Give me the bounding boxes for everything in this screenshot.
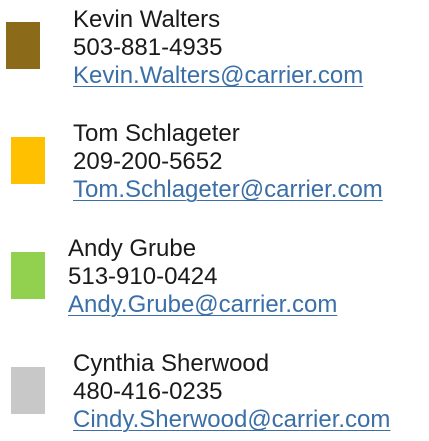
contact-phone: 209-200-5652 [73,148,223,175]
color-swatch [6,22,40,69]
contact-email-link[interactable]: Tom.Schlageter@carrier.com [73,176,383,204]
contact-email-link[interactable]: Cindy.Sherwood@carrier.com [73,406,390,434]
contact-phone: 503-881-4935 [73,34,223,61]
color-swatch [11,252,45,299]
contact-name: Andy Grube [68,235,197,262]
contact-name: Kevin Walters [73,6,221,33]
contact-name: Cynthia Sherwood [73,350,270,377]
color-swatch [11,367,45,414]
contact-phone: 513-910-0424 [68,263,218,290]
color-swatch [11,137,45,184]
contact-phone: 480-416-0235 [73,378,223,405]
contact-name: Tom Schlageter [73,120,240,147]
contact-email-link[interactable]: Andy.Grube@carrier.com [68,291,337,319]
contact-email-link[interactable]: Kevin.Walters@carrier.com [73,62,363,90]
